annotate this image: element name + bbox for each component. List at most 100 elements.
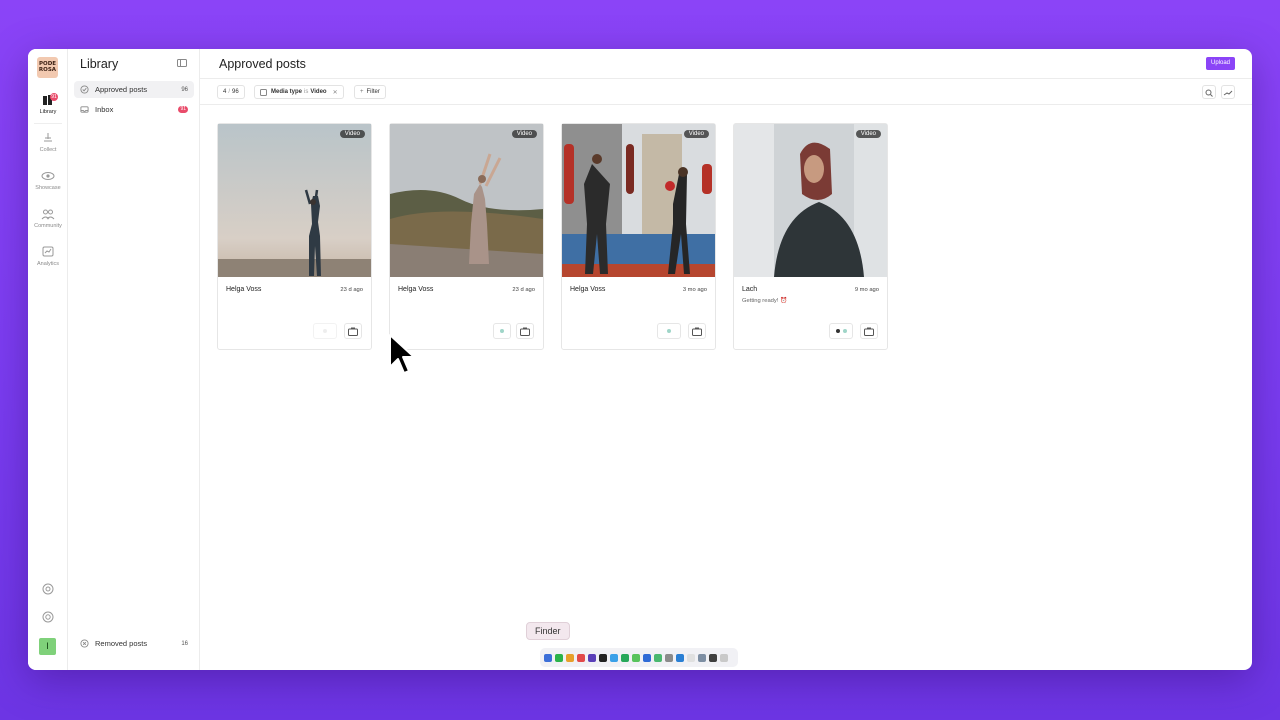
divider — [200, 78, 1252, 79]
upload-button[interactable]: Upload — [1205, 57, 1235, 70]
bag-icon — [692, 327, 702, 336]
lifebuoy-icon — [42, 611, 54, 623]
search-icon — [1205, 89, 1213, 97]
filter-op: is — [304, 89, 309, 95]
dock-app-icon[interactable] — [621, 653, 629, 662]
add-filter-label: Filter — [366, 89, 380, 95]
inbox-icon — [80, 106, 89, 113]
shop-button[interactable] — [860, 323, 878, 339]
dock-app-icon[interactable] — [555, 653, 563, 662]
card-author: Helga Voss — [570, 286, 606, 293]
brand-logo[interactable]: PODE ROSA — [37, 57, 58, 78]
filter-chip-media-type[interactable]: Media type is Video ✕ — [254, 85, 344, 99]
add-filter-button[interactable]: + Filter — [354, 85, 386, 99]
rail-label: Showcase — [35, 185, 61, 191]
video-thumbnail[interactable]: Video — [218, 124, 371, 277]
card-author: Helga Voss — [226, 286, 262, 293]
dock-app-icon[interactable] — [643, 653, 651, 662]
card-author: Lach — [742, 286, 758, 293]
rail-label: Analytics — [36, 261, 59, 267]
video-tag: Video — [511, 130, 537, 138]
status-dot — [500, 329, 504, 333]
dock-app-icon[interactable] — [687, 653, 695, 662]
icon-rail: PODE ROSA 91 Library Collect Showcase Co… — [28, 49, 68, 670]
dock-app-icon[interactable] — [665, 653, 673, 662]
status-dot — [667, 329, 671, 333]
dock-app-icon[interactable] — [610, 653, 618, 662]
post-card[interactable]: Video Lach 9 mo ago Getting ready! ⏰ — [733, 123, 888, 350]
card-author: Helga Voss — [398, 286, 434, 293]
chart-view-button[interactable] — [1221, 85, 1235, 99]
thumbnail-image — [734, 124, 887, 277]
status-indicator[interactable] — [493, 323, 511, 339]
x-circle-icon — [80, 639, 89, 648]
dock-app-icon[interactable] — [577, 653, 585, 662]
dock-app-icon[interactable] — [599, 653, 607, 662]
rail-item-library[interactable]: 91 Library — [28, 93, 68, 115]
status-dot — [842, 329, 847, 333]
dock-app-icon[interactable] — [544, 653, 552, 662]
card-time: 3 mo ago — [682, 287, 707, 293]
post-card[interactable]: Video Helga Voss 3 mo ago — [561, 123, 716, 350]
nav-count: 16 — [181, 640, 188, 647]
help-button[interactable] — [28, 610, 68, 624]
dock-app-icon[interactable] — [709, 653, 717, 662]
analytics-icon — [42, 246, 54, 257]
bag-icon — [864, 327, 874, 336]
eye-icon — [41, 172, 55, 180]
rail-item-collect[interactable]: Collect — [28, 131, 68, 153]
library-title: Library — [80, 57, 119, 71]
pager-current: 4 — [223, 89, 227, 95]
rail-item-showcase[interactable]: Showcase — [28, 169, 68, 191]
post-card[interactable]: Video Helga Voss 23 d ago — [389, 123, 544, 350]
status-indicator[interactable] — [829, 323, 853, 339]
nav-label: Approved posts — [95, 85, 148, 94]
dock-app-icon[interactable] — [566, 653, 574, 662]
rail-divider — [34, 123, 62, 124]
video-tag: Video — [339, 130, 365, 138]
close-icon[interactable]: ✕ — [333, 89, 338, 96]
video-thumbnail[interactable]: Video — [562, 124, 715, 277]
card-caption: Getting ready! ⏰ — [742, 298, 788, 304]
bag-icon — [520, 327, 530, 336]
rail-label: Library — [39, 109, 57, 115]
post-card[interactable]: Video Helga Voss 23 d ago — [217, 123, 372, 350]
rail-label: Community — [34, 223, 62, 229]
video-thumbnail[interactable]: Video — [390, 124, 543, 277]
nav-item-removed-posts[interactable]: Removed posts 16 — [74, 635, 194, 652]
search-button[interactable] — [1202, 85, 1216, 99]
video-thumbnail[interactable]: Video — [734, 124, 887, 277]
trash-icon[interactable] — [720, 653, 728, 662]
avatar[interactable]: I — [39, 638, 56, 655]
dock-app-icon[interactable] — [632, 653, 640, 662]
pager-chip[interactable]: 4 / 96 — [217, 85, 245, 99]
nav-item-inbox[interactable]: Inbox 91 — [74, 101, 194, 118]
dock-app-icon[interactable] — [588, 653, 596, 662]
rail-item-analytics[interactable]: Analytics — [28, 245, 68, 267]
library-panel: Library Approved posts 96 Inbox 91 Remov… — [68, 49, 200, 670]
settings-button[interactable] — [28, 582, 68, 596]
shop-button[interactable] — [344, 323, 362, 339]
shop-button[interactable] — [516, 323, 534, 339]
sidebar-toggle-icon[interactable] — [177, 59, 187, 67]
dock-app-icon[interactable] — [676, 653, 684, 662]
dock-app-icon[interactable] — [698, 653, 706, 662]
main-content: Approved posts Upload 4 / 96 Media type … — [200, 49, 1252, 670]
pager-sep: / — [228, 89, 231, 95]
bag-icon — [348, 327, 358, 336]
dock-tooltip: Finder — [526, 622, 570, 640]
rail-item-community[interactable]: Community — [28, 207, 68, 229]
rail-label: Collect — [39, 147, 57, 153]
nav-item-approved-posts[interactable]: Approved posts 96 — [74, 81, 194, 98]
status-dot — [835, 329, 840, 333]
shop-button[interactable] — [688, 323, 706, 339]
status-indicator[interactable] — [657, 323, 681, 339]
status-indicator[interactable] — [313, 323, 337, 339]
dock-app-icon[interactable] — [654, 653, 662, 662]
thumbnail-image — [218, 124, 371, 277]
divider — [200, 104, 1252, 105]
nav-label: Removed posts — [95, 639, 148, 648]
video-tag: Video — [683, 130, 709, 138]
community-icon — [41, 209, 55, 220]
video-tag: Video — [855, 130, 881, 138]
